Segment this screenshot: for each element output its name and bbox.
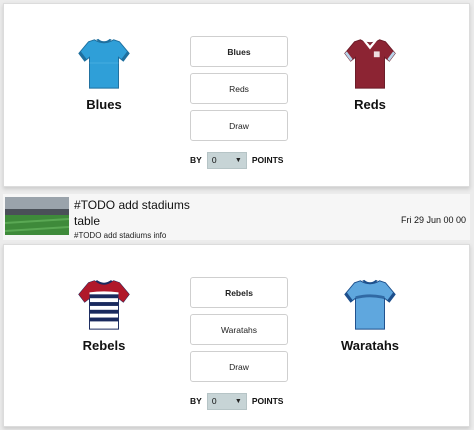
pick-away-button[interactable]: Reds	[190, 73, 288, 104]
away-team-name: Waratahs	[340, 338, 400, 353]
home-team-name: Rebels	[82, 338, 126, 353]
home-team: Blues	[44, 34, 164, 112]
chevron-down-icon: ▼	[234, 156, 242, 164]
margin-value: 0	[211, 155, 217, 165]
match-datetime: Fri 29 Jun 00 00	[400, 215, 466, 225]
margin-prefix: BY	[190, 155, 202, 165]
venue-title: #TODO add stadiums	[74, 198, 190, 212]
away-team-name: Reds	[354, 97, 386, 112]
reds-jersey-icon	[344, 38, 396, 89]
venue-info: #TODO add stadiums table #TODO add stadi…	[3, 194, 470, 240]
rebels-jersey-icon	[78, 280, 130, 330]
margin-row: BY 0 ▼ POINTS	[190, 151, 300, 169]
margin-suffix: POINTS	[251, 396, 284, 406]
pick-draw-button[interactable]: Draw	[190, 110, 288, 141]
pick-home-button[interactable]: Rebels	[190, 277, 288, 308]
margin-prefix: BY	[190, 396, 202, 406]
chevron-down-icon: ▼	[234, 397, 242, 405]
away-team: Waratahs	[310, 275, 430, 353]
pick-draw-button[interactable]: Draw	[190, 351, 288, 382]
match-card: Rebels Rebels Waratahs Draw BY 0 ▼ POINT…	[3, 244, 470, 427]
margin-select[interactable]: 0 ▼	[206, 392, 247, 410]
margin-value: 0	[211, 396, 217, 406]
margin-row: BY 0 ▼ POINTS	[190, 392, 300, 410]
waratahs-jersey-icon	[344, 279, 396, 330]
away-team: Reds	[310, 34, 430, 112]
home-team-name: Blues	[86, 97, 122, 112]
stadium-thumbnail	[5, 197, 69, 235]
match-card: Blues Blues Reds Draw BY 0 ▼ POINTS Reds	[3, 3, 470, 187]
margin-suffix: POINTS	[251, 155, 284, 165]
blues-jersey-icon	[78, 38, 130, 89]
home-team: Rebels	[44, 275, 164, 353]
venue-table-label: table	[74, 214, 101, 228]
pick-away-button[interactable]: Waratahs	[190, 314, 288, 345]
pick-home-button[interactable]: Blues	[190, 36, 288, 67]
venue-description: #TODO add stadiums info	[74, 231, 167, 240]
margin-select[interactable]: 0 ▼	[206, 151, 247, 169]
